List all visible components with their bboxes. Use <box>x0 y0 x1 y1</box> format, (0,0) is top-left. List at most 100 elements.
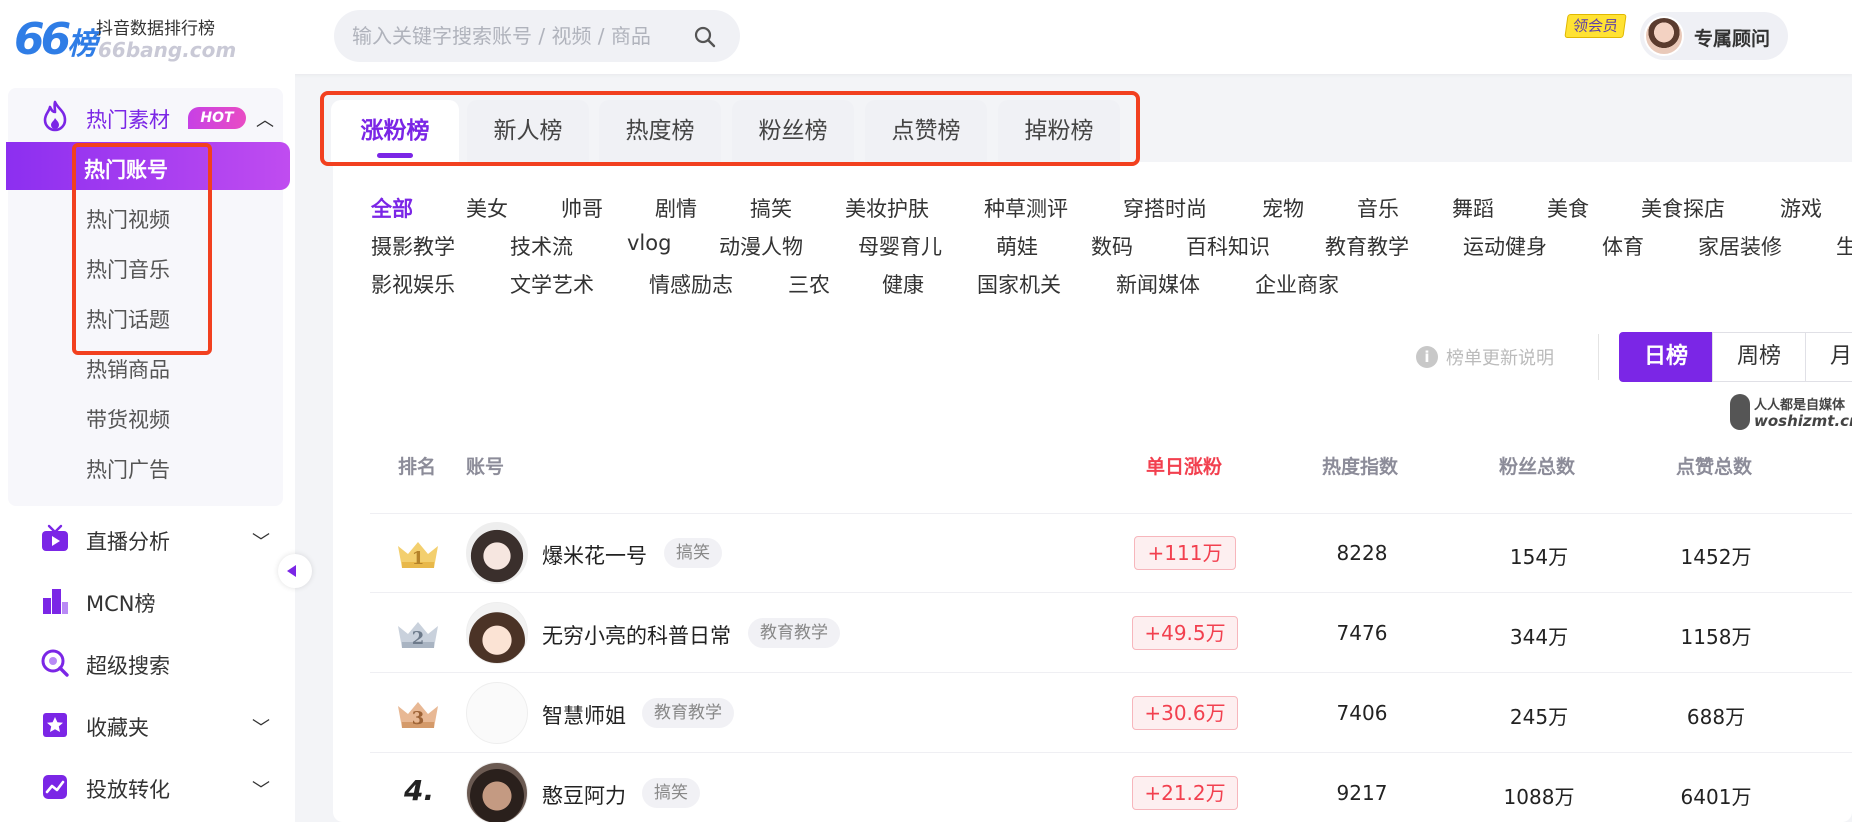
star-box-icon <box>43 713 67 737</box>
category-item[interactable]: 美食 <box>1547 193 1589 223</box>
category-item[interactable]: 母婴育儿 <box>858 231 942 261</box>
flame-icon <box>43 100 67 132</box>
category-item[interactable]: 穿搭时尚 <box>1123 193 1207 223</box>
daily-gain-badge: +49.5万 <box>1132 616 1238 650</box>
heat-value: 7476 <box>1336 621 1388 645</box>
buildings-icon <box>43 589 68 614</box>
category-item[interactable]: 家居装修 <box>1698 231 1782 261</box>
col-header-heat[interactable]: 热度指数 <box>1322 452 1398 479</box>
account-name[interactable]: 无穷小亮的科普日常 <box>542 620 731 650</box>
tabs-highlight-box <box>320 91 1140 166</box>
divider <box>370 592 1852 593</box>
sidebar-group-header[interactable]: 热门素材 HOT ︿ <box>8 88 283 144</box>
likes-value: 6401万 <box>1680 785 1752 809</box>
nav-super-search[interactable]: 超级搜索 <box>0 634 295 694</box>
category-item[interactable]: 健康 <box>882 269 924 299</box>
category-item[interactable]: 国家机关 <box>977 269 1061 299</box>
trend-icon <box>43 775 67 799</box>
category-item[interactable]: 帅哥 <box>561 193 603 223</box>
sidebar-group-label: 热门素材 <box>86 108 170 132</box>
category-item[interactable]: 剧情 <box>655 193 697 223</box>
logo[interactable]: 66榜 抖音数据排行榜 66bang.com <box>10 8 240 66</box>
category-item[interactable]: 美女 <box>466 193 508 223</box>
col-header-fans[interactable]: 粉丝总数 <box>1499 452 1575 479</box>
search-icon[interactable] <box>692 24 718 50</box>
sidebar-item-sales-videos[interactable]: 带货视频 <box>8 392 283 440</box>
likes-value: 1452万 <box>1680 545 1752 569</box>
category-item[interactable]: 文学艺术 <box>510 269 594 299</box>
fans-value: 1088万 <box>1503 785 1575 809</box>
category-item[interactable]: 生 <box>1836 231 1852 261</box>
category-item[interactable]: 舞蹈 <box>1452 193 1494 223</box>
heat-value: 9217 <box>1336 781 1388 805</box>
category-item[interactable]: 音乐 <box>1357 193 1399 223</box>
account-name[interactable]: 憨豆阿力 <box>542 780 626 810</box>
category-item[interactable]: vlog <box>627 231 671 255</box>
rank-crown-gold: 1 <box>396 534 440 574</box>
period-weekly-button[interactable]: 周榜 <box>1712 332 1806 382</box>
search-input[interactable] <box>352 22 682 50</box>
advisor-avatar <box>1644 16 1684 56</box>
category-item[interactable]: 教育教学 <box>1325 231 1409 261</box>
microphone-icon <box>1730 394 1750 430</box>
chevron-up-icon[interactable]: ︿ <box>256 106 274 132</box>
period-daily-button[interactable]: 日榜 <box>1619 332 1713 382</box>
category-item[interactable]: 百科知识 <box>1186 231 1270 261</box>
category-item[interactable]: 美食探店 <box>1641 193 1725 223</box>
col-header-daily-gain[interactable]: 单日涨粉 <box>1146 452 1222 479</box>
logo-mark: 66榜 <box>14 14 97 65</box>
nav-mcn[interactable]: MCN榜 <box>0 572 295 632</box>
advisor-label: 专属顾问 <box>1694 28 1771 50</box>
account-name[interactable]: 爆米花一号 <box>542 540 647 570</box>
category-item[interactable]: 种草测评 <box>984 193 1068 223</box>
period-monthly-button[interactable]: 月 <box>1805 332 1852 382</box>
heat-value: 8228 <box>1336 541 1388 565</box>
sidebar-item-hot-ads[interactable]: 热门广告 <box>8 442 283 490</box>
category-tag: 教育教学 <box>748 618 840 648</box>
category-item[interactable]: 技术流 <box>510 231 573 261</box>
category-item[interactable]: 美妆护肤 <box>845 193 929 223</box>
category-tag: 搞笑 <box>664 538 722 568</box>
category-item[interactable]: 影视娱乐 <box>371 269 455 299</box>
category-item[interactable]: 体育 <box>1602 231 1644 261</box>
vip-button[interactable]: 领会员 <box>1564 14 1627 38</box>
rank-crown-bronze: 3 <box>396 694 440 734</box>
avatar[interactable] <box>466 522 528 584</box>
top-header: 66榜 抖音数据排行榜 66bang.com 领会员 专属顾问 <box>0 0 1852 74</box>
category-item[interactable]: 数码 <box>1091 231 1133 261</box>
nav-ad-conversion[interactable]: 投放转化 ﹀ <box>0 758 295 818</box>
avatar[interactable] <box>466 602 528 664</box>
category-item[interactable]: 运动健身 <box>1463 231 1547 261</box>
category-item[interactable]: 情感励志 <box>649 269 733 299</box>
collapse-sidebar-button[interactable] <box>278 554 312 588</box>
category-item[interactable]: 游戏 <box>1780 193 1822 223</box>
nav-live-analysis[interactable]: 直播分析 ﹀ <box>0 510 295 570</box>
advisor-button[interactable]: 专属顾问 <box>1640 12 1788 60</box>
category-item[interactable]: 新闻媒体 <box>1116 269 1200 299</box>
category-item[interactable]: 三农 <box>788 269 830 299</box>
update-note-link[interactable]: 榜单更新说明 <box>1446 344 1554 370</box>
category-tag: 教育教学 <box>642 698 734 728</box>
category-item[interactable]: 宠物 <box>1262 193 1304 223</box>
category-item[interactable]: 动漫人物 <box>719 231 803 261</box>
avatar[interactable] <box>466 762 528 822</box>
category-item[interactable]: 搞笑 <box>750 193 792 223</box>
logo-domain: 66bang.com <box>98 38 237 62</box>
account-name[interactable]: 智慧师姐 <box>542 700 626 730</box>
category-item[interactable]: 摄影教学 <box>371 231 455 261</box>
category-item[interactable]: 企业商家 <box>1255 269 1339 299</box>
divider <box>1598 334 1599 380</box>
info-icon[interactable]: i <box>1416 346 1438 368</box>
search-box[interactable] <box>334 10 740 62</box>
search-icon <box>41 649 69 677</box>
avatar[interactable] <box>466 682 528 744</box>
daily-gain-badge: +111万 <box>1134 536 1236 570</box>
divider <box>370 752 1852 753</box>
tv-icon <box>42 524 68 551</box>
fans-value: 154万 <box>1509 545 1569 569</box>
col-header-likes[interactable]: 点赞总数 <box>1676 452 1752 479</box>
nav-favorites[interactable]: 收藏夹 ﹀ <box>0 696 295 756</box>
daily-gain-badge: +21.2万 <box>1132 776 1238 810</box>
category-item[interactable]: 萌娃 <box>996 231 1038 261</box>
category-item[interactable]: 全部 <box>371 193 413 223</box>
